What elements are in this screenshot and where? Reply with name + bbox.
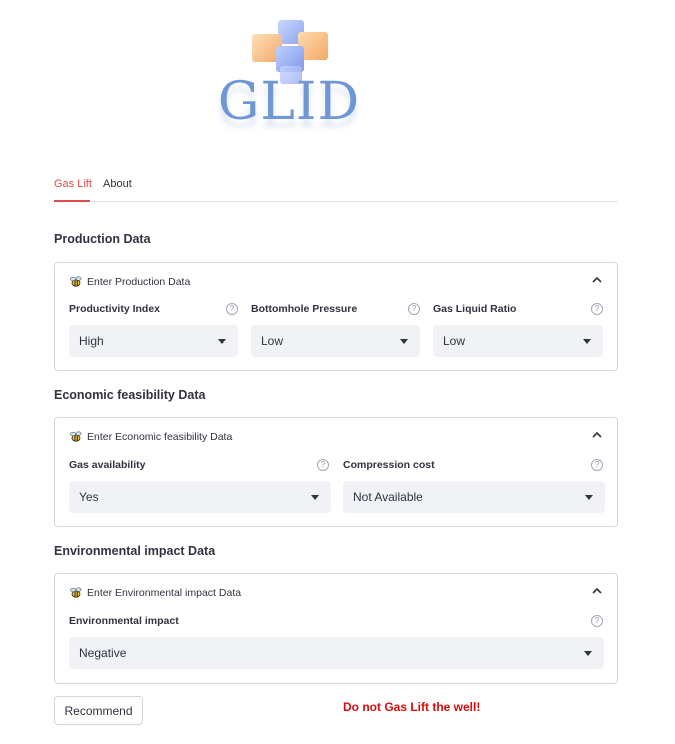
productivity-index-label: Productivity Index xyxy=(69,303,161,315)
recommendation-result: Do not Gas Lift the well! xyxy=(343,700,481,714)
caret-down-icon xyxy=(585,495,593,500)
production-expander-header[interactable]: Enter Production Data xyxy=(69,275,190,289)
environmental-section-title: Environmental impact Data xyxy=(54,544,216,558)
bottomhole-pressure-value: Low xyxy=(261,334,284,348)
production-expander-label: Enter Production Data xyxy=(87,276,191,288)
gas-liquid-ratio-label: Gas Liquid Ratio xyxy=(433,303,517,315)
compression-cost-value: Not Available xyxy=(353,490,423,504)
caret-down-icon xyxy=(218,339,226,344)
active-tab-indicator xyxy=(54,200,90,202)
production-expander: Enter Production Data Productivity Index… xyxy=(54,262,618,371)
production-section-title: Production Data xyxy=(54,232,151,246)
help-circle-icon[interactable]: ? xyxy=(591,459,603,471)
glid-logo: GLID xyxy=(214,16,364,144)
environmental-impact-value: Negative xyxy=(79,646,127,660)
bottomhole-pressure-label: Bottomhole Pressure xyxy=(251,303,358,315)
gas-availability-select[interactable]: Yes xyxy=(69,481,331,513)
economic-expander-header[interactable]: Enter Economic feasibility Data xyxy=(69,430,232,444)
chevron-up-icon[interactable] xyxy=(591,586,603,596)
help-circle-icon[interactable]: ? xyxy=(317,459,329,471)
chevron-up-icon[interactable] xyxy=(591,275,603,285)
bee-icon xyxy=(70,276,82,287)
help-circle-icon[interactable]: ? xyxy=(408,303,420,315)
tab-bar: Gas Lift About xyxy=(54,172,618,202)
environmental-expander-header[interactable]: Enter Environmental impact Data xyxy=(69,586,241,600)
environmental-expander-label: Enter Environmental impact Data xyxy=(87,587,242,599)
help-circle-icon[interactable]: ? xyxy=(591,615,603,627)
productivity-index-select[interactable]: High xyxy=(69,325,238,357)
caret-down-icon xyxy=(584,651,592,656)
bee-icon xyxy=(70,587,82,598)
chevron-up-icon[interactable] xyxy=(591,430,603,440)
environmental-impact-select[interactable]: Negative xyxy=(69,637,604,669)
caret-down-icon xyxy=(400,339,408,344)
help-circle-icon[interactable]: ? xyxy=(226,303,238,315)
recommend-button[interactable]: Recommend xyxy=(54,696,143,725)
gas-liquid-ratio-select[interactable]: Low xyxy=(433,325,603,357)
environmental-expander: Enter Environmental impact Data Environm… xyxy=(54,573,618,684)
compression-cost-label: Compression cost xyxy=(343,459,435,471)
tab-gas-lift[interactable]: Gas Lift xyxy=(54,178,92,190)
help-circle-icon[interactable]: ? xyxy=(591,303,603,315)
compression-cost-select[interactable]: Not Available xyxy=(343,481,605,513)
economic-expander: Enter Economic feasibility Data Gas avai… xyxy=(54,417,618,527)
productivity-index-value: High xyxy=(79,334,104,348)
bottomhole-pressure-select[interactable]: Low xyxy=(251,325,420,357)
logo-text: GLID xyxy=(217,72,361,132)
caret-down-icon xyxy=(311,495,319,500)
gas-availability-label: Gas availability xyxy=(69,459,146,471)
gas-liquid-ratio-value: Low xyxy=(443,334,466,348)
environmental-impact-label: Environmental impact xyxy=(69,615,179,627)
bee-icon xyxy=(70,431,82,442)
gas-availability-value: Yes xyxy=(79,490,99,504)
economic-section-title: Economic feasibility Data xyxy=(54,388,206,402)
economic-expander-label: Enter Economic feasibility Data xyxy=(87,431,233,443)
caret-down-icon xyxy=(583,339,591,344)
tab-about[interactable]: About xyxy=(103,178,132,190)
